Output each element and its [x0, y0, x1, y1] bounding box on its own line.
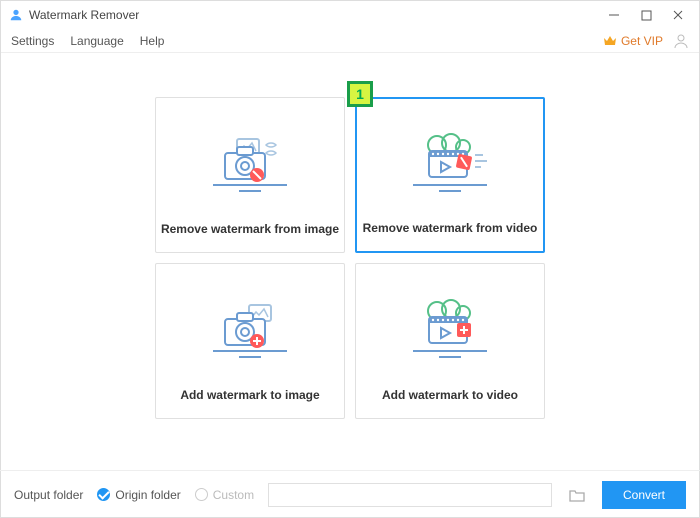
- window-controls: [607, 8, 691, 22]
- title-bar: Watermark Remover: [1, 1, 699, 29]
- footer-bar: Output folder Origin folder Custom Conve…: [0, 470, 700, 518]
- menu-bar: Settings Language Help Get VIP: [1, 29, 699, 53]
- radio-dot-icon: [195, 488, 208, 501]
- menu-language[interactable]: Language: [70, 34, 123, 48]
- radio-origin-folder[interactable]: Origin folder: [97, 488, 180, 502]
- card-grid: 1 Remove watermark from image: [155, 97, 545, 419]
- card-label: Add watermark to image: [180, 388, 319, 402]
- menu-help[interactable]: Help: [140, 34, 165, 48]
- card-remove-watermark-video[interactable]: Remove watermark from video: [355, 97, 545, 253]
- video-remove-icon: [357, 99, 543, 221]
- radio-label: Origin folder: [115, 488, 180, 502]
- output-path-input[interactable]: [268, 483, 552, 507]
- crown-icon: [603, 35, 617, 47]
- camera-remove-icon: [156, 98, 344, 222]
- user-icon[interactable]: [673, 33, 689, 49]
- app-icon: [9, 8, 23, 22]
- card-add-watermark-video[interactable]: Add watermark to video: [355, 263, 545, 419]
- video-add-icon: [356, 264, 544, 388]
- close-button[interactable]: [671, 8, 685, 22]
- camera-add-icon: [156, 264, 344, 388]
- step-number: 1: [356, 86, 364, 102]
- convert-button[interactable]: Convert: [602, 481, 686, 509]
- radio-dot-icon: [97, 488, 110, 501]
- output-folder-label: Output folder: [14, 488, 83, 502]
- radio-label: Custom: [213, 488, 254, 502]
- vip-label: Get VIP: [621, 34, 663, 48]
- card-label: Add watermark to video: [382, 388, 518, 402]
- card-label: Remove watermark from image: [161, 222, 339, 236]
- card-remove-watermark-image[interactable]: Remove watermark from image: [155, 97, 345, 253]
- app-title: Watermark Remover: [29, 8, 607, 22]
- maximize-button[interactable]: [639, 8, 653, 22]
- step-badge: 1: [347, 81, 373, 107]
- card-add-watermark-image[interactable]: Add watermark to image: [155, 263, 345, 419]
- content-area: 1 Remove watermark from image: [1, 53, 699, 419]
- card-label: Remove watermark from video: [363, 221, 538, 235]
- minimize-button[interactable]: [607, 8, 621, 22]
- menu-settings[interactable]: Settings: [11, 34, 54, 48]
- radio-custom-folder[interactable]: Custom: [195, 488, 254, 502]
- get-vip-button[interactable]: Get VIP: [603, 34, 663, 48]
- browse-folder-button[interactable]: [566, 484, 588, 506]
